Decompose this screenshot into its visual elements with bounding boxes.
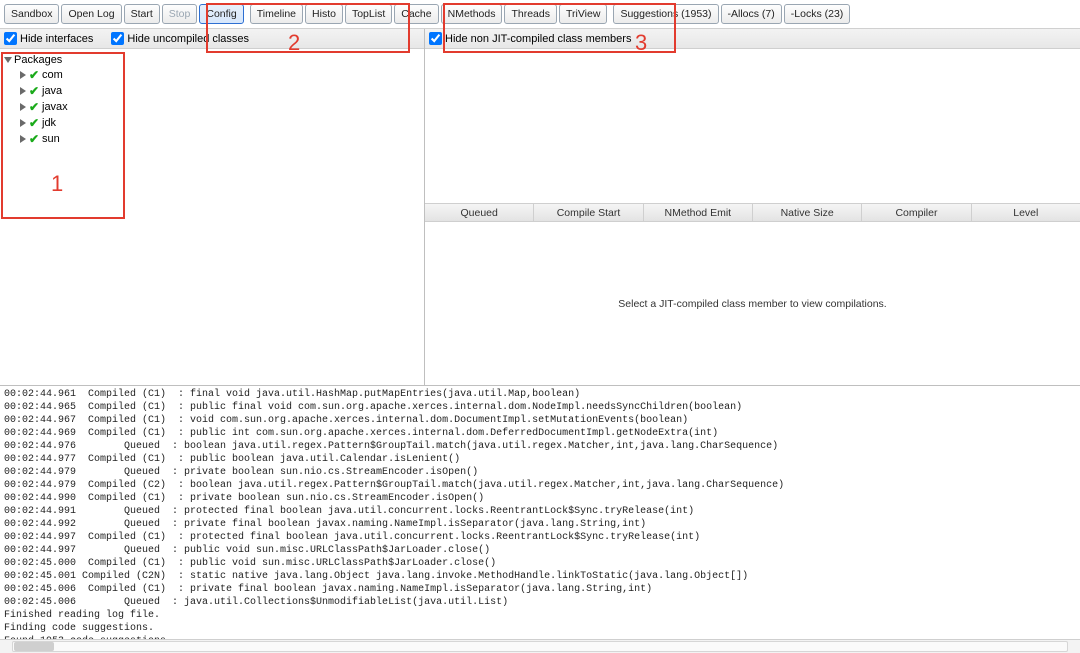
tree-item-java[interactable]: ✔java xyxy=(2,83,422,99)
tb-stop-button: Stop xyxy=(162,4,198,24)
tb-cache-button[interactable]: Cache xyxy=(394,4,438,24)
tb-suggestions-1953--button[interactable]: Suggestions (1953) xyxy=(613,4,718,24)
tree-item-sun[interactable]: ✔sun xyxy=(2,131,422,147)
toolbar-group-reports: Suggestions (1953)-Allocs (7)-Locks (23) xyxy=(612,3,851,25)
toolbar-group-main: SandboxOpen LogStartStopConfig xyxy=(3,3,245,25)
hide-nonjit-checkbox[interactable]: Hide non JIT-compiled class members xyxy=(429,32,631,45)
log-console[interactable]: 00:02:44.961 Compiled (C1) : final void … xyxy=(0,385,1080,639)
tb-start-button[interactable]: Start xyxy=(124,4,160,24)
scrollbar-thumb[interactable] xyxy=(14,642,54,651)
right-options-row: Hide non JIT-compiled class members xyxy=(425,29,1080,49)
chevron-right-icon xyxy=(20,103,26,111)
hide-interfaces-label: Hide interfaces xyxy=(20,33,93,45)
check-icon: ✔ xyxy=(28,84,40,98)
check-icon: ✔ xyxy=(28,100,40,114)
tb-threads-button[interactable]: Threads xyxy=(504,4,557,24)
hide-interfaces-checkbox[interactable]: Hide interfaces xyxy=(4,32,93,45)
tb-histo-button[interactable]: Histo xyxy=(305,4,343,24)
class-members-area xyxy=(425,49,1080,203)
scrollbar-track[interactable] xyxy=(12,641,1068,652)
main-split: Hide interfaces Hide uncompiled classes … xyxy=(0,28,1080,385)
hide-uncompiled-input[interactable] xyxy=(111,32,124,45)
table-placeholder: Select a JIT-compiled class member to vi… xyxy=(618,298,886,310)
check-icon: ✔ xyxy=(28,68,40,82)
tb-sandbox-button[interactable]: Sandbox xyxy=(4,4,59,24)
tb--allocs-7--button[interactable]: -Allocs (7) xyxy=(721,4,782,24)
compilation-table-body: Select a JIT-compiled class member to vi… xyxy=(425,222,1080,385)
tree-item-jdk[interactable]: ✔jdk xyxy=(2,115,422,131)
horizontal-scrollbar[interactable] xyxy=(0,639,1080,653)
left-options-row: Hide interfaces Hide uncompiled classes xyxy=(0,29,424,49)
toolbar-group-views: TimelineHistoTopListCacheNMethodsThreads… xyxy=(249,3,609,25)
annotation-label-1: 1 xyxy=(51,171,63,197)
hide-nonjit-input[interactable] xyxy=(429,32,442,45)
column-header-compile-start[interactable]: Compile Start xyxy=(534,204,643,221)
hide-nonjit-label: Hide non JIT-compiled class members xyxy=(445,33,631,45)
column-header-compiler[interactable]: Compiler xyxy=(862,204,971,221)
main-toolbar: SandboxOpen LogStartStopConfig TimelineH… xyxy=(0,0,1080,28)
hide-uncompiled-checkbox[interactable]: Hide uncompiled classes xyxy=(111,32,249,45)
hide-uncompiled-label: Hide uncompiled classes xyxy=(127,33,249,45)
app-root: SandboxOpen LogStartStopConfig TimelineH… xyxy=(0,0,1080,653)
chevron-right-icon xyxy=(20,71,26,79)
chevron-down-icon xyxy=(4,57,12,63)
tb-toplist-button[interactable]: TopList xyxy=(345,4,392,24)
tree-item-label: javax xyxy=(42,101,68,113)
check-icon: ✔ xyxy=(28,132,40,146)
package-tree[interactable]: Packages ✔com✔java✔javax✔jdk✔sun 1 xyxy=(0,49,424,385)
tb--locks-23--button[interactable]: -Locks (23) xyxy=(784,4,851,24)
hide-interfaces-input[interactable] xyxy=(4,32,17,45)
tree-item-label: com xyxy=(42,69,63,81)
chevron-right-icon xyxy=(20,87,26,95)
chevron-right-icon xyxy=(20,135,26,143)
tb-timeline-button[interactable]: Timeline xyxy=(250,4,303,24)
chevron-right-icon xyxy=(20,119,26,127)
tree-item-label: java xyxy=(42,85,62,97)
tb-triview-button[interactable]: TriView xyxy=(559,4,607,24)
left-panel: Hide interfaces Hide uncompiled classes … xyxy=(0,29,425,385)
column-header-native-size[interactable]: Native Size xyxy=(753,204,862,221)
tb-nmethods-button[interactable]: NMethods xyxy=(441,4,503,24)
tree-item-com[interactable]: ✔com xyxy=(2,67,422,83)
check-icon: ✔ xyxy=(28,116,40,130)
compilation-table-header: QueuedCompile StartNMethod EmitNative Si… xyxy=(425,203,1080,222)
column-header-queued[interactable]: Queued xyxy=(425,204,534,221)
tb-config-button[interactable]: Config xyxy=(199,4,243,24)
tb-open-log-button[interactable]: Open Log xyxy=(61,4,121,24)
column-header-nmethod-emit[interactable]: NMethod Emit xyxy=(644,204,753,221)
right-panel: Hide non JIT-compiled class members Queu… xyxy=(425,29,1080,385)
tree-item-javax[interactable]: ✔javax xyxy=(2,99,422,115)
tree-root-label: Packages xyxy=(14,54,62,66)
tree-item-label: jdk xyxy=(42,117,56,129)
tree-item-label: sun xyxy=(42,133,60,145)
column-header-level[interactable]: Level xyxy=(972,204,1080,221)
tree-root[interactable]: Packages xyxy=(2,53,422,67)
